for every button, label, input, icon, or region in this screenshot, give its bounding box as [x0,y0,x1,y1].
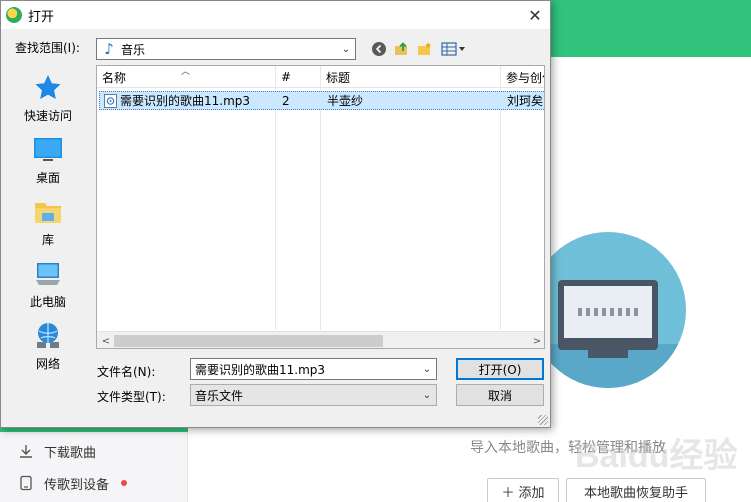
file-track: 2 [282,93,290,108]
filename-combobox[interactable]: 需要识别的歌曲11.mp3 ⌄ [190,358,437,380]
up-folder-icon [395,42,407,55]
dialog-title-bar[interactable]: 打开 ✕ [1,1,550,29]
new-folder-icon [418,42,431,55]
plus-icon: ＋ [501,485,515,501]
filetype-dropdown[interactable]: 音乐文件 ⌄ [190,384,437,406]
monitor-icon [558,280,658,350]
file-list[interactable]: 名称 ︿ # 标题 参与创作 需要识别的歌曲11.mp3 2 半壶纱 刘珂矣 <… [96,65,545,349]
scroll-left-icon[interactable]: < [98,333,114,348]
back-button[interactable] [370,40,388,58]
resize-grip[interactable] [538,415,548,425]
file-title: 半壶纱 [327,94,364,108]
sidebar-item-label: 下载歌曲 [44,445,97,461]
view-menu-button[interactable] [440,40,468,58]
look-in-label: 查找范围(I): [15,41,80,55]
star-icon [35,75,61,99]
file-artist: 刘珂矣 [507,94,544,108]
chevron-down-icon[interactable]: ⌄ [418,359,436,379]
scrollbar-thumb[interactable] [114,335,383,347]
look-in-value: 音乐 [121,42,146,57]
recover-helper-button[interactable]: 本地歌曲恢复助手 [566,478,706,502]
local-music-illustration [530,232,686,388]
music-folder-icon: ♪ [104,40,114,58]
place-quick-access[interactable]: 快速访问 [4,69,92,127]
dialog-title: 打开 [28,9,55,25]
desktop-icon [34,138,62,161]
download-icon [18,443,34,459]
places-bar: 快速访问 桌面 库 此电脑 网络 [4,65,92,385]
column-headers: 名称 ︿ # 标题 参与创作 [97,66,544,88]
back-arrow-icon [372,42,386,56]
filetype-label: 文件类型(T): [97,390,166,404]
cancel-button[interactable]: 取消 [456,384,544,406]
notification-dot [121,480,128,486]
open-file-dialog: 打开 ✕ 查找范围(I): ♪ 音乐 ⌄ 快速访问 桌面 库 此电脑 网络 名称… [0,0,551,428]
look-in-dropdown[interactable]: ♪ 音乐 ⌄ [96,38,356,60]
chevron-down-icon: ⌄ [341,43,351,55]
new-folder-button[interactable] [416,40,434,58]
audio-file-icon [104,93,117,108]
scroll-right-icon[interactable]: > [529,333,544,348]
app-logo-icon [6,7,22,23]
sort-up-icon: ︿ [181,67,191,77]
place-library[interactable]: 库 [4,193,92,251]
view-grid-icon [441,42,465,56]
sidebar-item-transfer[interactable]: 传歌到设备 [18,472,128,494]
column-header-artist[interactable]: 参与创作 [501,66,544,88]
network-icon [37,323,59,348]
watermark-logo: Baidu经验 [575,437,738,475]
file-row[interactable]: 需要识别的歌曲11.mp3 2 半壶纱 刘珂矣 [99,91,544,110]
file-name: 需要识别的歌曲11.mp3 [120,94,251,108]
computer-icon [36,263,60,285]
sidebar-item-download[interactable]: 下载歌曲 [18,440,96,462]
place-desktop[interactable]: 桌面 [4,131,92,189]
column-header-name[interactable]: 名称 ︿ [97,66,275,88]
close-button[interactable]: ✕ [520,1,550,29]
column-header-number[interactable]: # [276,66,320,88]
place-this-pc[interactable]: 此电脑 [4,255,92,313]
add-button[interactable]: ＋ 添加 [487,478,559,502]
place-network[interactable]: 网络 [4,317,92,375]
library-folder-icon [35,203,61,223]
close-icon: ✕ [528,5,542,25]
column-header-title[interactable]: 标题 [321,66,500,88]
filename-value: 需要识别的歌曲11.mp3 [195,362,326,377]
sidebar-item-label: 传歌到设备 [44,477,110,493]
device-icon [18,475,34,491]
filetype-value: 音乐文件 [195,388,244,403]
chevron-down-icon: ⌄ [422,389,432,401]
horizontal-scrollbar[interactable]: < > [97,331,544,348]
filename-label: 文件名(N): [97,365,156,379]
up-folder-button[interactable] [393,40,411,58]
open-button[interactable]: 打开(O) [456,358,544,380]
